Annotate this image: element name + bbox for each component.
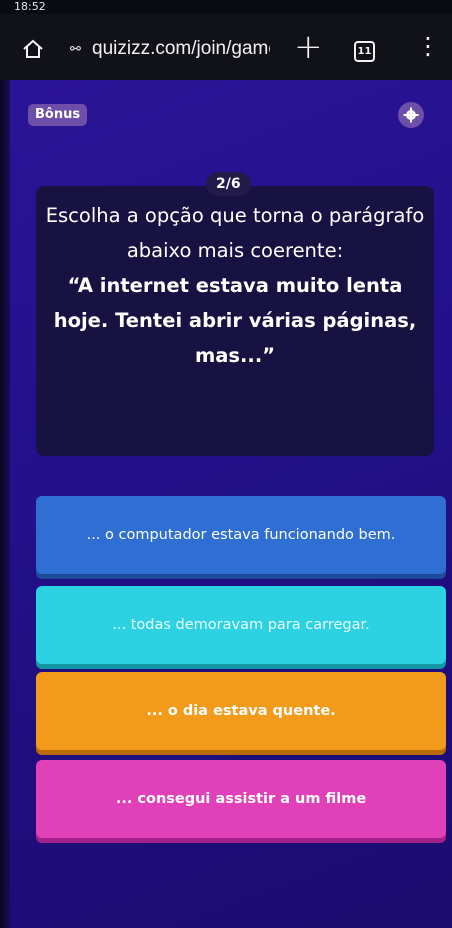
answer-option-4[interactable]: ... consegui assistir a um filme bbox=[36, 760, 446, 838]
tab-count-button[interactable]: 11 bbox=[354, 41, 375, 62]
site-settings-icon[interactable]: ⚯ bbox=[70, 42, 81, 57]
quiz-screen: Bônus Escolha a opção que torna o parágr… bbox=[0, 80, 452, 928]
question-counter: 2/6 bbox=[206, 172, 251, 196]
answer-option-label: ... o computador estava funcionando bem. bbox=[86, 527, 396, 543]
bonus-badge: Bônus bbox=[28, 104, 88, 126]
address-bar[interactable]: quizizz.com/join/game bbox=[92, 38, 270, 60]
status-time: 18:52 bbox=[14, 0, 46, 13]
answer-option-2[interactable]: ... todas demoravam para carregar. bbox=[36, 586, 446, 664]
question-card: Escolha a opção que torna o parágrafo ab… bbox=[36, 186, 434, 456]
question-text: Escolha a opção que torna o parágrafo ab… bbox=[44, 198, 426, 373]
gear-icon bbox=[403, 107, 419, 123]
browser-toolbar: ⚯ quizizz.com/join/game + 11 ⋮ bbox=[0, 14, 452, 80]
status-bar: 18:52 bbox=[0, 0, 452, 14]
home-icon[interactable] bbox=[22, 38, 44, 60]
question-prompt: Escolha a opção que torna o parágrafo ab… bbox=[45, 204, 425, 262]
screen-edge-shadow bbox=[0, 80, 10, 928]
answer-option-label: ... todas demoravam para carregar. bbox=[112, 617, 370, 633]
answer-option-1[interactable]: ... o computador estava funcionando bem. bbox=[36, 496, 446, 574]
answer-option-label: ... consegui assistir a um filme bbox=[115, 791, 367, 807]
answer-option-label: ... o dia estava quente. bbox=[146, 703, 336, 719]
settings-button[interactable] bbox=[398, 102, 424, 128]
new-tab-icon[interactable]: + bbox=[294, 30, 323, 64]
more-menu-icon[interactable]: ⋮ bbox=[416, 34, 440, 58]
question-quote: “A internet estava muito lenta hoje. Ten… bbox=[53, 274, 417, 367]
answer-option-3[interactable]: ... o dia estava quente. bbox=[36, 672, 446, 750]
